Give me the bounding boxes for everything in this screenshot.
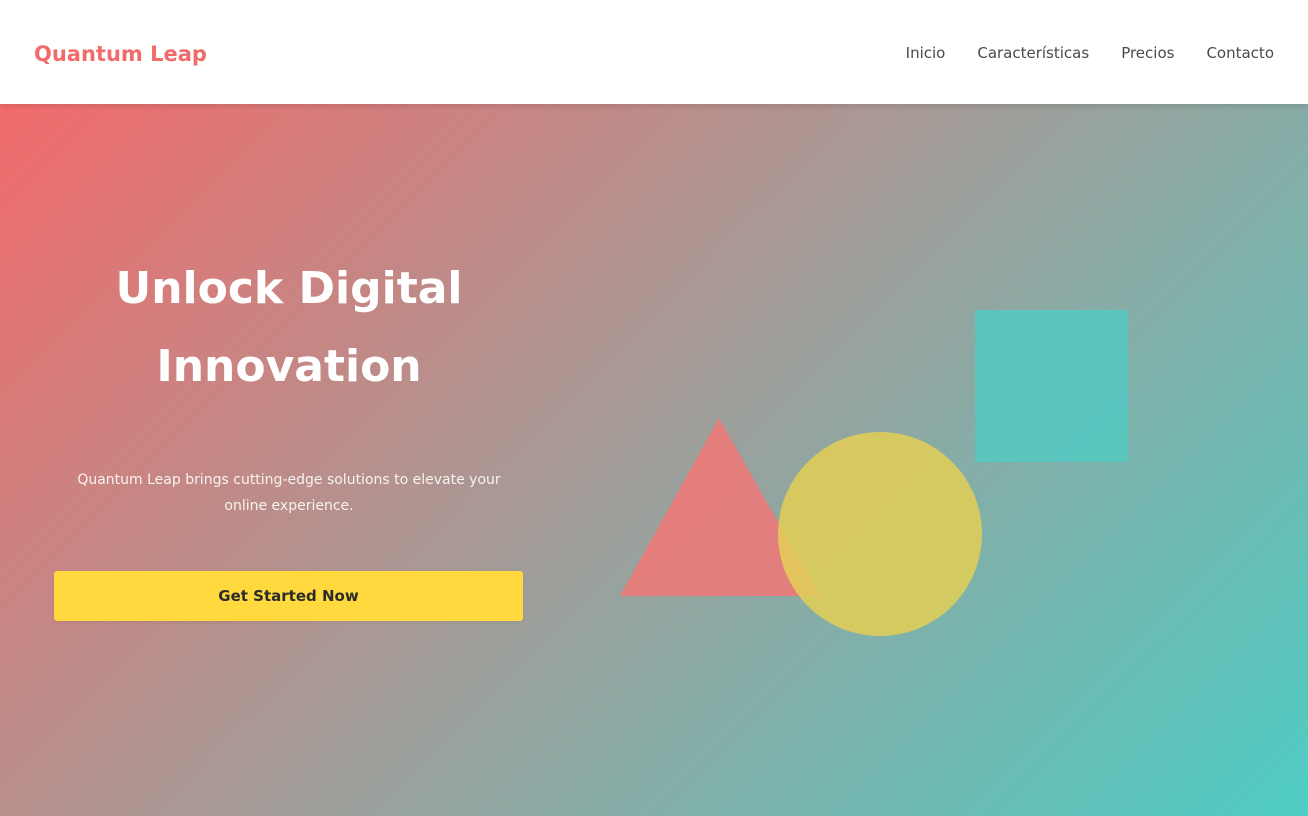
nav-link-precios[interactable]: Precios: [1121, 40, 1174, 66]
nav-link-inicio[interactable]: Inicio: [906, 40, 946, 66]
square-shape-icon: [975, 310, 1128, 462]
get-started-button[interactable]: Get Started Now: [54, 571, 523, 621]
triangle-shape-icon: [620, 418, 820, 596]
hero-title: Unlock Digital Innovation: [115, 263, 463, 392]
nav-link-caracteristicas[interactable]: Características: [977, 40, 1089, 66]
main-nav: Inicio Características Precios Contacto: [906, 40, 1274, 66]
hero-section: Unlock Digital Innovation Quantum Leap b…: [0, 104, 1308, 816]
nav-link-contacto[interactable]: Contacto: [1206, 40, 1274, 66]
hero-heading-wrap: Unlock Digital Innovation: [54, 250, 524, 406]
circle-shape-icon: [778, 432, 982, 636]
brand-logo[interactable]: Quantum Leap: [34, 38, 207, 70]
site-header: Quantum Leap Inicio Características Prec…: [0, 0, 1308, 104]
decorative-shapes: [620, 310, 1128, 636]
hero-subtitle: Quantum Leap brings cutting-edge solutio…: [77, 472, 501, 514]
